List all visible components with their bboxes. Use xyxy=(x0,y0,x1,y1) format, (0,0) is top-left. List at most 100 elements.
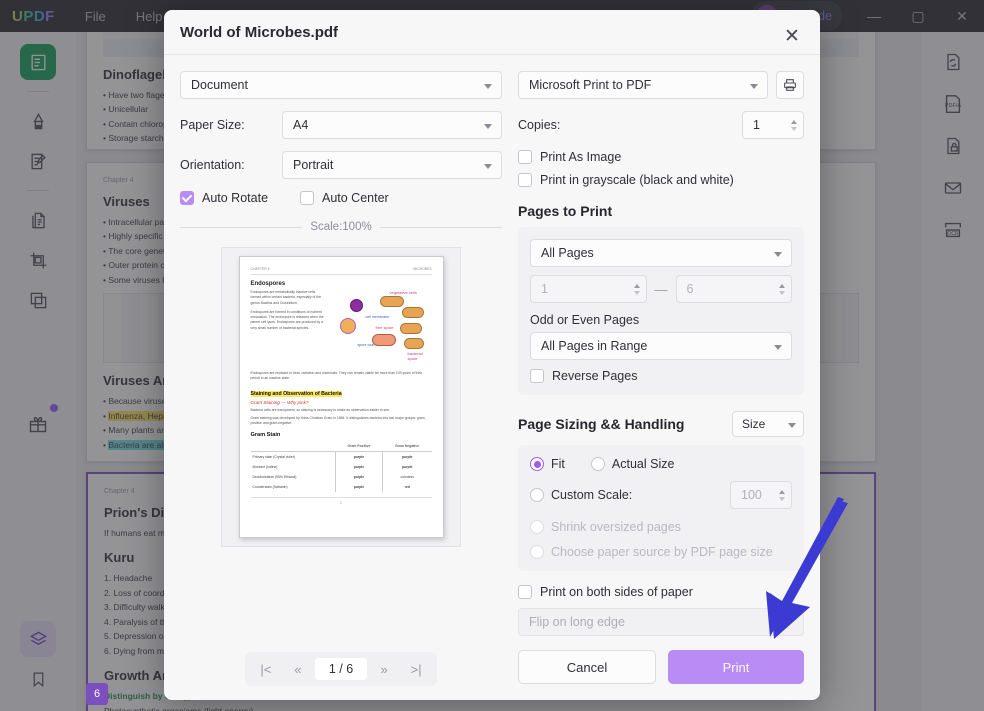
increment-icon[interactable] xyxy=(779,283,785,288)
previous-page-button[interactable]: « xyxy=(283,656,313,682)
rotate-center-row: Auto Rotate Auto Center xyxy=(180,191,502,205)
copies-label: Copies: xyxy=(518,118,561,132)
print-button[interactable]: Print xyxy=(668,650,804,684)
sizing-mode-select[interactable]: Size xyxy=(732,411,804,437)
settings-column: Microsoft Print to PDF Copies: 1 Print A… xyxy=(518,71,804,700)
preview-body: Endospores are metabolically inactive ce… xyxy=(251,290,432,368)
table-cell: Primary stain (Crystal violet) xyxy=(252,455,295,460)
close-icon[interactable]: ✕ xyxy=(778,22,806,50)
scale-text: Scale:100% xyxy=(310,221,372,233)
copies-row: Copies: 1 xyxy=(518,111,804,139)
checkbox-box xyxy=(530,369,544,383)
radio-circle xyxy=(590,457,605,471)
paper-size-label: Paper Size: xyxy=(180,118,245,132)
preview-red-note: Gram Staining — Why pink? xyxy=(250,399,309,405)
first-page-button[interactable]: |< xyxy=(251,656,281,682)
page-number-badge: 6 xyxy=(86,683,108,705)
decrement-icon[interactable] xyxy=(791,126,797,131)
last-page-button[interactable]: >| xyxy=(401,656,431,682)
custom-scale-radio[interactable]: Custom Scale: xyxy=(530,488,730,502)
auto-rotate-checkbox[interactable]: Auto Rotate xyxy=(180,191,300,205)
increment-icon[interactable] xyxy=(791,119,797,124)
document-type-select[interactable]: Document xyxy=(180,71,502,99)
printer-icon xyxy=(784,79,796,91)
fit-label: Fit xyxy=(551,457,565,471)
actual-size-radio[interactable]: Actual Size xyxy=(590,457,674,471)
next-page-button[interactable]: » xyxy=(369,656,399,682)
preview-area: CHAPTER 4 MICROBES Endospores Endospores… xyxy=(180,247,502,652)
page-range-row: 1 — 6 xyxy=(530,275,792,303)
preview-header-right: MICROBES xyxy=(413,267,432,271)
orientation-select[interactable]: Portrait xyxy=(282,151,502,179)
auto-rotate-label: Auto Rotate xyxy=(202,191,269,205)
table-row: Mordant (Iodine) purple purple xyxy=(251,462,432,473)
range-to-stepper[interactable]: 6 xyxy=(675,275,792,303)
pages-to-print-header: Pages to Print xyxy=(518,203,804,219)
dialog-title: World of Microbes.pdf xyxy=(180,23,339,41)
copies-value: 1 xyxy=(753,118,760,132)
print-grayscale-checkbox[interactable]: Print in grayscale (black and white) xyxy=(518,173,804,187)
both-sides-label: Print on both sides of paper xyxy=(540,585,693,599)
checkbox-box xyxy=(180,191,194,205)
decrement-icon[interactable] xyxy=(779,496,785,501)
reverse-pages-checkbox[interactable]: Reverse Pages xyxy=(530,369,792,383)
auto-center-checkbox[interactable]: Auto Center xyxy=(300,191,389,205)
both-sides-checkbox[interactable]: Print on both sides of paper xyxy=(518,585,804,599)
table-header-cell: Gram Negative xyxy=(382,441,432,453)
preview-text-col: Endospores are metabolically inactive ce… xyxy=(251,290,327,368)
stepper-arrows[interactable] xyxy=(779,489,785,501)
stepper-arrows[interactable] xyxy=(779,283,785,295)
stepper-arrows[interactable] xyxy=(633,283,640,295)
preview-header: CHAPTER 4 MICROBES xyxy=(250,267,432,275)
table-header-row: Gram Positive Gram Negative xyxy=(250,441,432,453)
table-cell: Counterstain (Safranin) xyxy=(252,485,288,490)
copies-stepper[interactable]: 1 xyxy=(742,111,804,139)
decrement-icon[interactable] xyxy=(779,290,785,295)
stepper-arrows[interactable] xyxy=(791,119,797,131)
preview-paragraph: Endospores are resistant to heat, radiat… xyxy=(250,371,423,381)
preview-diagram-label: cell membrane xyxy=(365,314,390,319)
page-range-select[interactable]: All Pages xyxy=(530,239,792,267)
custom-scale-value: 100 xyxy=(741,488,762,502)
decrement-icon[interactable] xyxy=(633,290,640,295)
preview-highlight-title: Staining and Observation of Bacteria xyxy=(250,390,342,397)
table-row: Primary stain (Crystal violet) purple pu… xyxy=(251,451,432,463)
print-as-image-label: Print As Image xyxy=(540,150,622,164)
dialog-actions: Cancel Print xyxy=(518,650,804,700)
table-cell: red xyxy=(404,485,410,490)
fit-radio[interactable]: Fit xyxy=(530,457,565,471)
printer-select[interactable]: Microsoft Print to PDF xyxy=(518,71,768,99)
paper-size-select[interactable]: A4 xyxy=(282,111,502,139)
page-sizing-panel: Fit Actual Size Custom Scale: 100 Shrink… xyxy=(518,445,804,571)
page-sizing-title: Page Sizing && Handling xyxy=(518,416,685,432)
table-header-cell: Gram Positive xyxy=(335,441,383,453)
table-cell: colorless xyxy=(400,475,414,480)
radio-circle xyxy=(530,520,544,534)
table-cell: Mordant (Iodine) xyxy=(252,465,278,470)
preview-page-footer: 1 xyxy=(250,497,432,505)
printer-row: Microsoft Print to PDF xyxy=(518,71,804,99)
preview-note: Gram staining was developed by Hans Chri… xyxy=(250,415,426,426)
preview-header-left: CHAPTER 4 xyxy=(250,267,270,271)
print-dialog: World of Microbes.pdf ✕ Document Paper S… xyxy=(164,10,820,700)
increment-icon[interactable] xyxy=(633,283,640,288)
range-from-stepper[interactable]: 1 xyxy=(530,275,647,303)
odd-even-select[interactable]: All Pages in Range xyxy=(530,332,792,360)
printer-properties-button[interactable] xyxy=(776,71,804,99)
pages-to-print-panel: All Pages 1 — 6 Odd or Even Pages All Pa… xyxy=(518,227,804,395)
radio-circle xyxy=(530,545,544,559)
page-indicator[interactable]: 1 / 6 xyxy=(314,658,368,680)
custom-scale-stepper[interactable]: 100 xyxy=(730,481,792,509)
checkbox-box xyxy=(518,173,532,187)
increment-icon[interactable] xyxy=(779,489,785,494)
cancel-button[interactable]: Cancel xyxy=(518,650,656,684)
preview-paragraph: Endospores are metabolically inactive ce… xyxy=(250,290,322,305)
table-cell: purple xyxy=(402,465,413,470)
orientation-label: Orientation: xyxy=(180,158,245,172)
custom-scale-label: Custom Scale: xyxy=(551,488,633,502)
choose-paper-source-radio: Choose paper source by PDF page size xyxy=(530,545,792,559)
dialog-header: World of Microbes.pdf ✕ xyxy=(164,10,820,55)
page-preview[interactable]: CHAPTER 4 MICROBES Endospores Endospores… xyxy=(238,256,444,538)
range-dash: — xyxy=(654,281,668,297)
print-as-image-checkbox[interactable]: Print As Image xyxy=(518,150,804,164)
